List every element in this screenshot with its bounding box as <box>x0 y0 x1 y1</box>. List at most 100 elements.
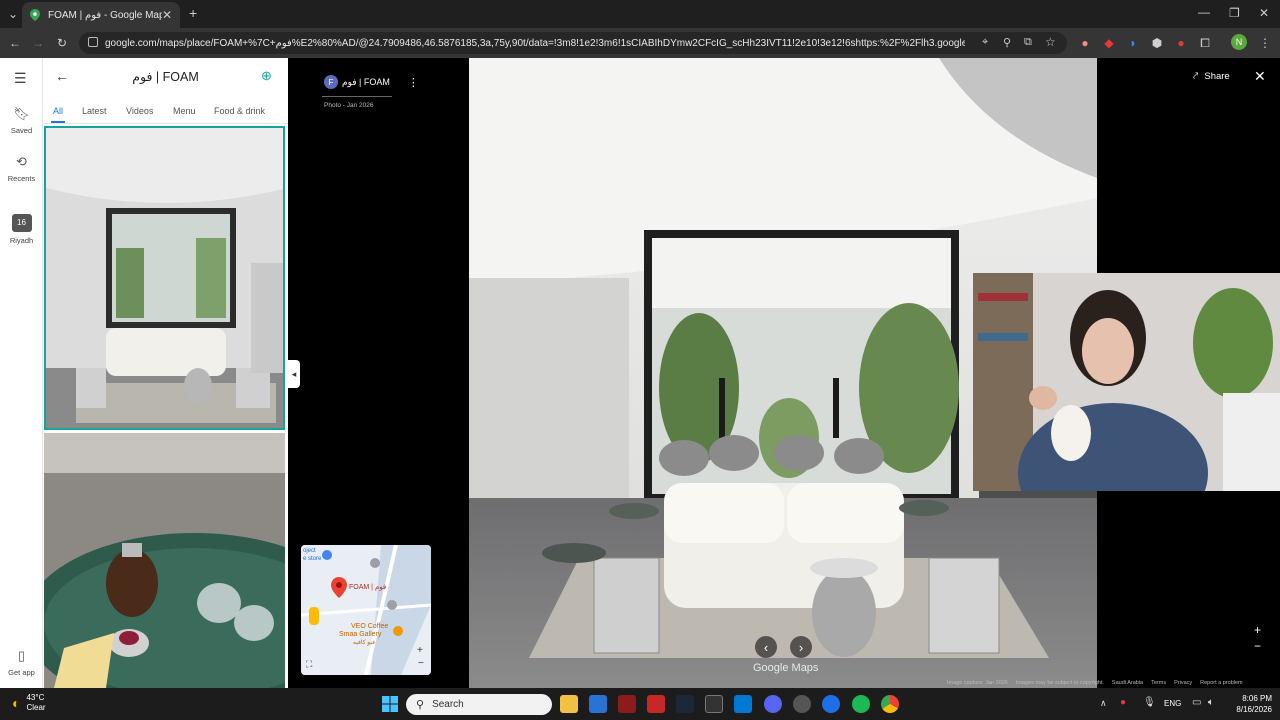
back-icon[interactable]: ← <box>6 34 24 52</box>
clock-date: 8/16/2026 <box>1236 705 1272 714</box>
more-options-icon[interactable]: ⋮ <box>408 76 419 89</box>
collapse-panel-icon[interactable]: ◂ <box>288 360 300 388</box>
rail-saved[interactable]: 🔖︎ Saved <box>0 106 43 135</box>
share-button[interactable]: ⤤ Share <box>1193 71 1230 82</box>
rail-get-app-label: Get app <box>8 668 35 677</box>
footer-report[interactable]: Report a problem <box>1200 680 1243 686</box>
rail-riyadh-label: Riyadh <box>9 236 34 245</box>
clock-time: 8:06 PM <box>1242 694 1272 703</box>
minimap-expand-icon[interactable]: ⛶ <box>306 659 312 670</box>
close-viewer-icon[interactable]: ✕ <box>1254 68 1266 85</box>
minimap-roads <box>301 545 431 675</box>
new-tab-icon[interactable]: + <box>189 5 197 21</box>
streamer-webcam-image <box>973 273 1280 491</box>
photo-thumbnail-coffee[interactable] <box>44 433 285 688</box>
tab-menu[interactable]: Menu <box>173 106 196 116</box>
tray-mic-icon[interactable]: 🎙︎ <box>1143 697 1156 708</box>
place-chip[interactable]: F فوم | FOAM ⋮ <box>324 75 419 89</box>
forward-icon[interactable]: → <box>29 34 47 52</box>
store-icon[interactable] <box>734 695 752 713</box>
extension-3-icon[interactable]: ◗ <box>1124 34 1142 52</box>
profile-avatar[interactable]: N <box>1231 34 1247 50</box>
photos-panel: ← فوم | FOAM ⊕ All Latest Videos Menu Fo… <box>43 58 288 688</box>
site-info-icon[interactable] <box>88 37 98 47</box>
spotify-icon[interactable] <box>852 695 870 713</box>
app-c-icon[interactable] <box>822 695 840 713</box>
panel-title: فوم | FOAM <box>132 70 199 84</box>
chrome-menu-icon[interactable]: ⋮ <box>1256 34 1274 52</box>
browser-tab[interactable]: FOAM | فوم - Google Maps ✕ <box>22 2 180 28</box>
close-tab-icon[interactable]: ✕ <box>162 8 172 22</box>
discord-icon[interactable] <box>764 695 782 713</box>
tab-all[interactable]: All <box>53 106 63 116</box>
install-icon[interactable]: ⧉ <box>1024 36 1032 49</box>
tray-app-icon[interactable]: ● <box>1120 697 1126 708</box>
footer-terms[interactable]: Terms <box>1151 680 1166 686</box>
network-icon[interactable]: ▭ <box>1192 697 1201 708</box>
minimap-corner-label-2: e store <box>303 556 322 562</box>
minimap-zoom-in-icon[interactable]: + <box>417 645 423 656</box>
weather-widget[interactable]: ◐ 43°C Clear <box>12 693 46 713</box>
volume-icon[interactable]: 🔈︎ <box>1208 697 1214 708</box>
tab-title: FOAM | فوم - Google Maps <box>48 9 162 21</box>
add-photo-icon[interactable]: ⊕ <box>261 68 272 84</box>
footer-country[interactable]: Saudi Arabia <box>1112 680 1143 686</box>
minimap-pin-label: FOAM | فوم <box>349 584 387 591</box>
extension-2-icon[interactable]: ◆ <box>1100 34 1118 52</box>
photo-date: Photo - Jan 2026 <box>324 102 374 109</box>
reload-icon[interactable]: ↻ <box>53 34 71 52</box>
chrome-icon[interactable] <box>881 695 899 713</box>
extension-1-icon[interactable]: ● <box>1076 34 1094 52</box>
address-bar[interactable]: google.com/maps/place/FOAM+%7C+فوم%E2%80… <box>79 32 1067 54</box>
url-text: google.com/maps/place/FOAM+%7C+فوم%E2%80… <box>105 37 965 49</box>
zoom-out-icon[interactable]: − <box>1254 639 1261 653</box>
restore-icon[interactable]: ❐ <box>1229 6 1240 20</box>
tab-food-drink[interactable]: Food & drink <box>214 106 265 116</box>
minimize-icon[interactable]: — <box>1198 5 1210 19</box>
zoom-in-icon[interactable]: + <box>1254 623 1261 637</box>
mail-icon[interactable] <box>589 695 607 713</box>
app-red-icon[interactable] <box>618 695 636 713</box>
close-window-icon[interactable]: ✕ <box>1259 6 1269 20</box>
active-tab-indicator <box>51 121 65 123</box>
bookmark-star-icon[interactable]: ☆ <box>1045 35 1056 49</box>
tray-overflow-icon[interactable]: ∧ <box>1100 698 1107 709</box>
minimap-corner-label: oject <box>303 548 316 554</box>
language-indicator[interactable]: ENG <box>1164 699 1181 708</box>
footer-privacy[interactable]: Privacy <box>1174 680 1192 686</box>
steam-icon[interactable] <box>676 695 694 713</box>
windows-start-icon[interactable] <box>381 695 399 713</box>
rail-recents-label: Recents <box>7 174 36 183</box>
minimap[interactable]: FOAM | فوم oject e store VEO Coffee Smaa… <box>301 545 431 675</box>
panel-header: ← فوم | FOAM ⊕ All Latest Videos Menu Fo… <box>43 58 288 124</box>
menu-icon[interactable]: ☰ <box>14 70 27 87</box>
webcam-overlay <box>973 273 1280 491</box>
extensions-puzzle-icon[interactable]: ⧠ <box>1196 34 1214 52</box>
photo-thumbnail-interior[interactable] <box>44 126 285 430</box>
tab-search-icon[interactable]: ⌄ <box>8 7 18 21</box>
taskbar-clock[interactable]: 8:06 PM 8/16/2026 <box>1230 693 1272 715</box>
weather-condition: Clear <box>26 703 46 712</box>
extension-5-icon[interactable]: ● <box>1172 34 1190 52</box>
rail-recents[interactable]: ⟲ Recents <box>0 154 43 183</box>
zoom-icon[interactable]: ⚲ <box>1003 36 1011 49</box>
tab-videos[interactable]: Videos <box>126 106 153 116</box>
previous-photo-icon[interactable]: ‹ <box>755 636 777 658</box>
share-label: Share <box>1204 71 1230 82</box>
settings-icon[interactable] <box>793 695 811 713</box>
chip-divider <box>322 96 392 97</box>
file-explorer-icon[interactable] <box>560 695 578 713</box>
terminal-icon[interactable] <box>705 695 723 713</box>
next-photo-icon[interactable]: › <box>790 636 812 658</box>
rail-recent-riyadh[interactable]: 16 Riyadh <box>0 214 43 245</box>
taskbar-search[interactable]: ⚲ Search <box>406 694 552 715</box>
extension-4-icon[interactable]: ⬢ <box>1148 34 1166 52</box>
place-name: فوم | FOAM <box>342 76 390 87</box>
minimap-zoom-out-icon[interactable]: − <box>418 658 424 669</box>
rail-get-app[interactable]: ▯ Get app <box>0 648 43 677</box>
place-avatar: F <box>324 75 338 89</box>
tab-latest[interactable]: Latest <box>82 106 107 116</box>
app-x-icon[interactable] <box>647 695 665 713</box>
location-icon[interactable]: ⌖ <box>982 36 988 49</box>
interior-thumbnail-image <box>46 128 283 428</box>
